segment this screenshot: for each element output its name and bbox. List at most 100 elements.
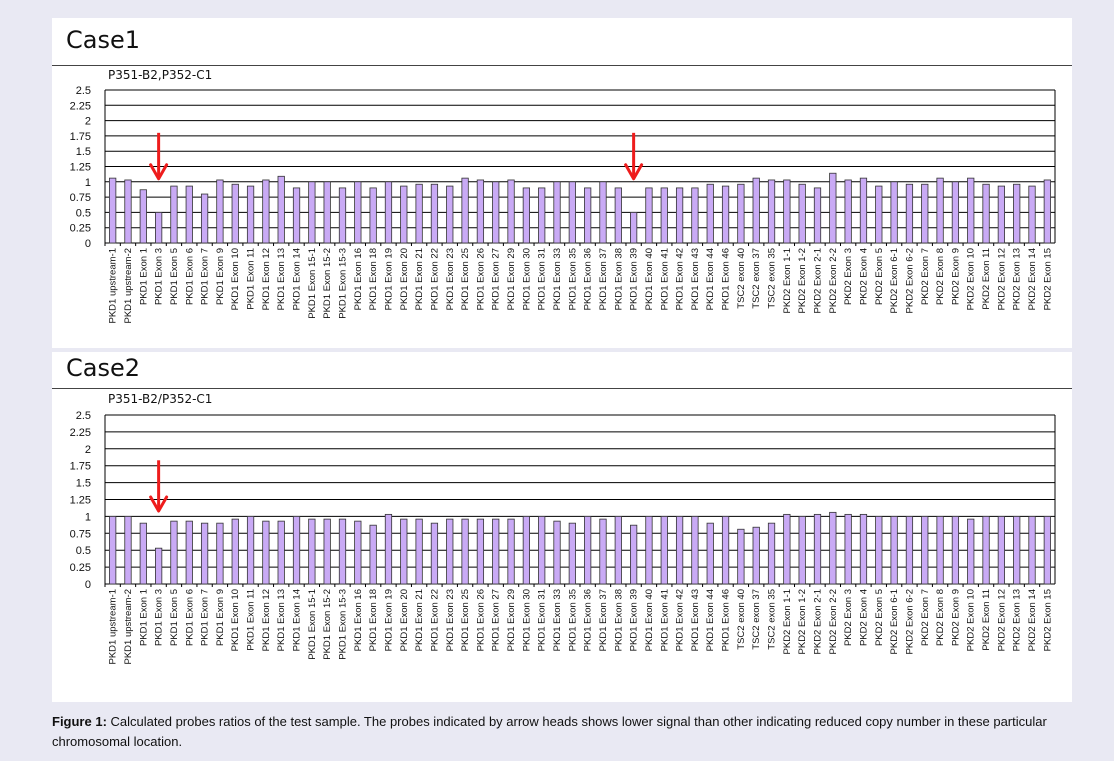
- x-tick-label: PKD1 Exon 1: [138, 589, 149, 646]
- x-tick-label: TSC2 exon 35: [767, 589, 778, 650]
- x-tick-label: PKD2 Exon 2-2: [828, 589, 839, 654]
- x-tick-label: PKD2 Exon 3: [843, 589, 854, 646]
- x-tick-label: PKD1 Exon 9: [215, 589, 226, 646]
- bar: [200, 522, 209, 585]
- x-tick-label: PKD1 Exon 15-1: [307, 589, 318, 660]
- x-tick-label: PKD1 Exon 38: [613, 248, 624, 310]
- x-tick-label: PKD2 Exon 9: [950, 589, 961, 646]
- y-tick-label: 0.25: [70, 562, 91, 574]
- x-tick-label: PKD2 Exon 1-1: [782, 248, 793, 313]
- bar: [691, 187, 699, 244]
- x-tick-label: PKD2 Exon 13: [1012, 248, 1023, 310]
- y-tick-label: 0.75: [70, 528, 91, 540]
- x-tick-label: PKD1 Exon 18: [368, 589, 379, 651]
- case2-bar-chart: P351-B2/P352-C1 0 0.25 0.5 0.75 1 1.25 1.5 1.75 2…: [70, 392, 1056, 665]
- x-tick-label: PKD1 Exon 31: [537, 248, 548, 310]
- x-tick-label: TSC2 exon 40: [736, 248, 747, 309]
- bar: [476, 179, 485, 244]
- bar: [1028, 515, 1036, 585]
- x-tick-label: PKD2 Exon 1-2: [797, 589, 808, 654]
- bar: [200, 193, 209, 244]
- y-tick-label: 1: [85, 511, 91, 523]
- bar: [384, 181, 393, 244]
- x-tick-label: PKD1 Exon 37: [598, 589, 609, 651]
- bar: [461, 177, 469, 244]
- bar: [354, 520, 362, 585]
- x-tick-label: PKD2 Exon 1-2: [797, 248, 808, 313]
- bar: [1013, 183, 1021, 244]
- bar: [752, 526, 760, 585]
- x-tick-label: PKD1 Exon 6: [184, 589, 195, 646]
- bar: [997, 185, 1005, 244]
- x-tick-label: PKD1 Exon 22: [429, 248, 440, 310]
- bar: [185, 520, 193, 585]
- bar: [216, 179, 224, 244]
- x-tick-label: PKD1 Exon 41: [659, 589, 670, 651]
- bar: [185, 185, 193, 244]
- bar: [752, 177, 760, 244]
- x-tick-label: PKD2 Exon 11: [981, 248, 992, 310]
- bar: [721, 185, 730, 244]
- x-tick-label: PKD1 Exon 44: [705, 589, 716, 651]
- bar: [384, 513, 393, 585]
- bar: [155, 211, 163, 244]
- x-tick-label: PKD1 Exon 26: [475, 248, 486, 310]
- bar: [614, 515, 622, 585]
- x-tick-label: PKD1 Exon 10: [230, 248, 241, 310]
- bar: [783, 513, 791, 585]
- bar: [660, 187, 668, 244]
- bar: [246, 515, 255, 585]
- x-tick-label: PKD1 Exon 15-2: [322, 589, 333, 660]
- x-tick-label: TSC2 exon 37: [751, 589, 762, 650]
- bar: [568, 181, 576, 244]
- y-tick-label: 0: [85, 238, 91, 250]
- figure-caption: Figure 1: Calculated probes ratios of th…: [52, 712, 1102, 752]
- bar: [967, 518, 975, 585]
- bar: [997, 515, 1005, 585]
- bar: [292, 515, 301, 585]
- chart-title: P351-B2,P352-C1: [108, 68, 212, 82]
- bar: [109, 515, 117, 585]
- bar: [568, 522, 576, 585]
- x-tick-label: PKD1 upstream-2: [123, 248, 134, 324]
- x-tick-label: PKD1 Exon 3: [154, 248, 165, 305]
- bar: [844, 513, 852, 585]
- bar: [921, 183, 929, 244]
- bar: [783, 179, 791, 244]
- x-tick-label: PKD2 Exon 14: [1027, 589, 1038, 651]
- bar: [231, 183, 239, 244]
- bar: [492, 181, 500, 244]
- bar: [262, 179, 270, 244]
- x-tick-label: PKD1 Exon 21: [414, 589, 425, 651]
- x-tick-label: PKD1 Exon 1: [138, 248, 149, 305]
- bar: [599, 518, 607, 585]
- bar: [109, 177, 117, 244]
- x-tick-label: TSC2 exon 35: [767, 248, 778, 309]
- x-tick-label: PKD1 Exon 30: [521, 589, 532, 651]
- chart-title: P351-B2/P352-C1: [108, 392, 212, 406]
- x-tick-label: PKD1 Exon 46: [721, 589, 732, 651]
- x-tick-label: PKD2 Exon 6-1: [889, 248, 900, 313]
- bar: [798, 183, 806, 244]
- bar: [660, 515, 668, 585]
- x-tick-label: PKD1 Exon 16: [353, 589, 364, 651]
- x-tick-label: PKD1 Exon 20: [399, 248, 410, 310]
- y-tick-label: 2: [85, 116, 91, 128]
- bar: [476, 518, 485, 585]
- x-tick-label: PKD2 Exon 11: [981, 589, 992, 651]
- x-tick-label: PKD1 Exon 25: [460, 589, 471, 651]
- x-tick-label: PKD2 Exon 10: [966, 589, 977, 651]
- x-tick-label: PKD1 Exon 6: [184, 248, 195, 305]
- x-tick-label: PKD2 Exon 2-1: [813, 589, 824, 654]
- x-tick-label: PKD2 Exon 7: [920, 248, 931, 305]
- x-tick-label: PKD1 Exon 26: [475, 589, 486, 651]
- x-tick-label: PKD2 Exon 13: [1012, 589, 1023, 651]
- x-tick-label: PKD1 Exon 9: [215, 248, 226, 305]
- x-tick-label: PKD1 Exon 36: [583, 248, 594, 310]
- x-tick-label: PKD1 Exon 27: [491, 589, 502, 651]
- bar: [430, 183, 439, 244]
- bar: [859, 177, 868, 244]
- x-tick-label: TSC2 exon 40: [736, 589, 747, 650]
- bar: [798, 515, 806, 585]
- case2-panel: Case2 P351-B2/P352-C1 0 0.25 0.5 0.75 1 1.25 1.…: [52, 352, 1072, 702]
